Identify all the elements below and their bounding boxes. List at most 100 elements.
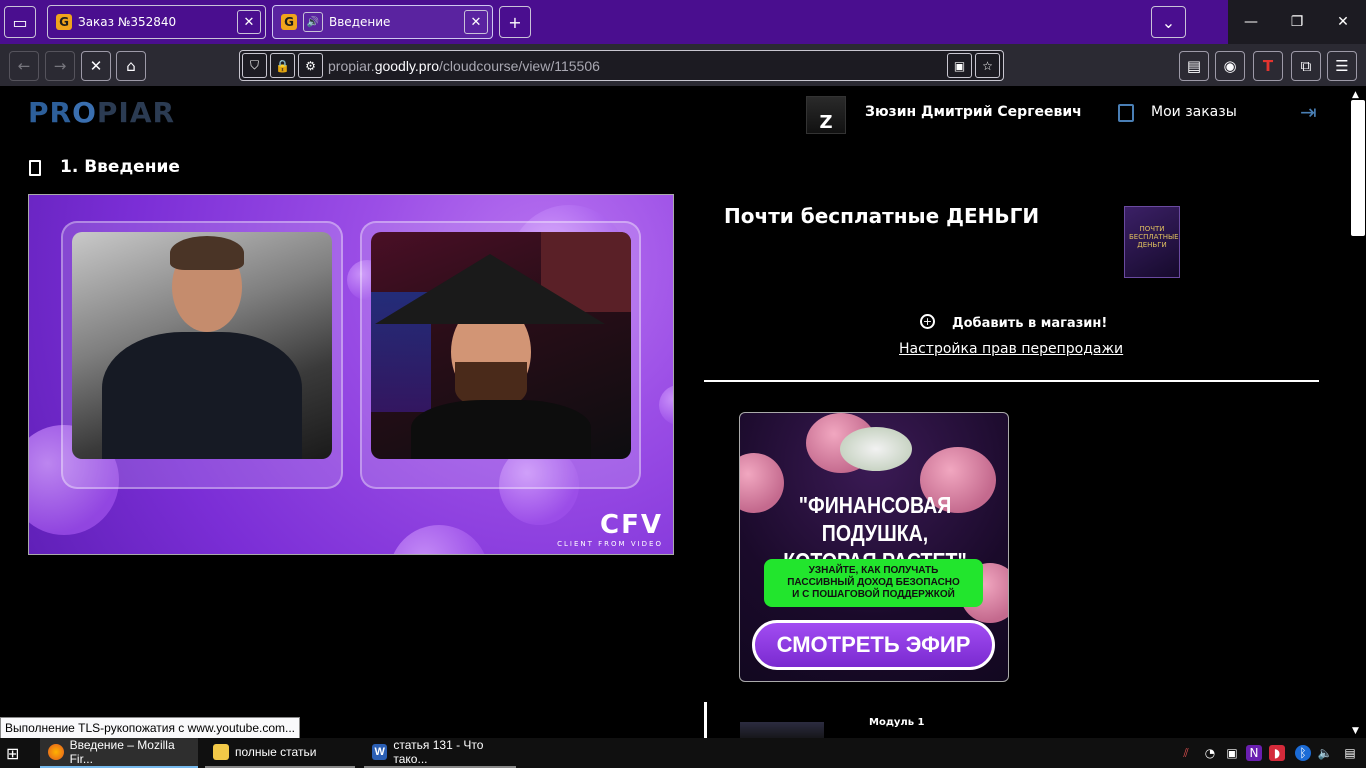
taskbar-item-label: Введение – Mozilla Fir...	[69, 738, 175, 766]
audio-icon[interactable]: 🔊	[303, 12, 323, 32]
course-cover-text: ПОЧТИ БЕСПЛАТНЫЕ ДЕНЬГИ	[1129, 225, 1179, 249]
decor-bubble	[659, 385, 673, 425]
tray-app-icon[interactable]: ▣	[1224, 745, 1240, 761]
banner-subtitle: УЗНАЙТЕ, КАК ПОЛУЧАТЬ ПАССИВНЫЙ ДОХОД БЕ…	[764, 559, 983, 607]
avatar[interactable]: Z	[806, 96, 846, 134]
cfv-logo-subtext: CLIENT FROM VIDEO	[557, 540, 663, 548]
logo-part1: PR	[28, 96, 73, 129]
url-path: /cloudcourse/view/115506	[439, 58, 600, 74]
restore-button[interactable]: ❐	[1274, 0, 1320, 44]
url-text[interactable]: propiar.goodly.pro/cloudcourse/view/1155…	[328, 58, 600, 74]
tray-n-icon[interactable]: N	[1246, 745, 1262, 761]
logout-icon[interactable]: ⇥	[1300, 100, 1317, 124]
speaker-body	[411, 400, 591, 459]
browser-tab-bar: ▭ G Заказ №352840 ✕ G 🔊 Введение ✕ + ⌄ —…	[0, 0, 1366, 44]
goodly-icon: G	[281, 14, 297, 30]
network-icon[interactable]: ◔	[1202, 745, 1218, 761]
orders-icon[interactable]	[1118, 104, 1134, 122]
speaker-right-image	[371, 232, 631, 459]
cfv-logo: CFV CLIENT FROM VIDEO	[557, 510, 663, 548]
word-icon: W	[372, 744, 388, 760]
add-to-shop-button[interactable]: Добавить в магазин!	[952, 316, 1107, 331]
lock-icon[interactable]: 🔒	[270, 53, 295, 78]
tab-title: Введение	[329, 15, 391, 29]
page-content: PROPIAR Z Зюзин Дмитрий Сергеевич Мои за…	[0, 86, 1350, 738]
app-tray-icon[interactable]: ⫽	[1178, 745, 1194, 761]
sidebar-button[interactable]: ▤	[1179, 51, 1209, 81]
url-domain: goodly.pro	[374, 58, 440, 74]
course-title: Почти бесплатные ДЕНЬГИ	[724, 204, 1040, 228]
speaker-body	[102, 332, 302, 459]
notifications-icon[interactable]: ▤	[1342, 745, 1358, 761]
divider	[704, 380, 1319, 382]
extensions-icon[interactable]: ⧉	[1291, 51, 1321, 81]
taskbar-item-firefox[interactable]: Введение – Mozilla Fir...	[40, 738, 198, 768]
minimize-button[interactable]: —	[1228, 0, 1274, 44]
module-indicator	[704, 702, 707, 738]
banner-subtitle-line: И С ПОШАГОВОЙ ПОДДЕРЖКОЙ	[792, 589, 955, 600]
scroll-down-icon[interactable]: ▼	[1352, 726, 1359, 736]
taskbar-item-label: статья 131 - Что тако...	[393, 738, 484, 766]
tab-title: Заказ №352840	[78, 15, 177, 29]
taskbar-item-label: полные статьи	[235, 745, 317, 759]
video-player[interactable]: CFV CLIENT FROM VIDEO	[28, 194, 674, 555]
lesson-title: 1. Введение	[60, 157, 180, 177]
conical-hat	[375, 254, 605, 324]
speaker-left-image	[72, 232, 332, 459]
logo-part3: PIAR	[96, 96, 176, 129]
my-orders-link[interactable]: Мои заказы	[1151, 104, 1237, 120]
scroll-up-icon[interactable]: ▲	[1352, 90, 1359, 100]
banner-headline-line: "ФИНАНСОВАЯ ПОДУШКА,	[798, 492, 952, 546]
chevron-down-icon: ⌄	[1161, 12, 1176, 32]
money-pillow-image	[840, 427, 912, 471]
module-thumbnail[interactable]	[740, 722, 824, 738]
document-icon	[29, 160, 41, 176]
close-icon[interactable]: ✕	[237, 10, 261, 34]
tab-order[interactable]: G Заказ №352840 ✕	[47, 5, 266, 39]
firefox-view-button[interactable]: ▭	[4, 6, 36, 38]
address-bar[interactable]: ⛉ 🔒 ⚙ propiar.goodly.pro/cloudcourse/vie…	[239, 50, 1004, 81]
navigation-toolbar: ← → ✕ ⌂ ⛉ 🔒 ⚙ propiar.goodly.pro/cloudco…	[0, 44, 1366, 86]
close-window-button[interactable]: ✕	[1320, 0, 1366, 44]
status-panel: Выполнение TLS-рукопожатия с www.youtube…	[0, 717, 300, 739]
permissions-icon[interactable]: ⚙	[298, 53, 323, 78]
course-cover-image: ПОЧТИ БЕСПЛАТНЫЕ ДЕНЬГИ	[1124, 206, 1180, 278]
cfv-logo-text: CFV	[600, 510, 663, 540]
module-label[interactable]: Модуль 1	[869, 717, 925, 728]
firefox-icon	[48, 744, 64, 760]
site-logo[interactable]: PROPIAR	[28, 96, 175, 129]
promo-banner[interactable]: "ФИНАНСОВАЯ ПОДУШКА, КОТОРАЯ РАСТЕТ" УЗН…	[739, 412, 1009, 682]
close-icon[interactable]: ✕	[464, 10, 488, 34]
watch-stream-button[interactable]: СМОТРЕТЬ ЭФИР	[752, 620, 995, 670]
menu-icon[interactable]: ☰	[1327, 51, 1357, 81]
bookmark-star-icon[interactable]: ☆	[975, 53, 1000, 78]
tab-introduction[interactable]: G 🔊 Введение ✕	[272, 5, 493, 39]
speaker-hair	[170, 236, 244, 270]
banner-subtitle-line: УЗНАЙТЕ, КАК ПОЛУЧАТЬ	[808, 565, 939, 576]
forward-button[interactable]: →	[45, 51, 75, 81]
tray-red-icon[interactable]: ◗	[1269, 745, 1285, 761]
picture-in-picture-icon[interactable]: ▣	[947, 53, 972, 78]
bluetooth-icon[interactable]: ᛒ	[1295, 745, 1311, 761]
plus-icon: +	[508, 12, 522, 32]
add-plus-icon[interactable]: +	[920, 314, 935, 329]
resale-rights-link[interactable]: Настройка прав перепродажи	[899, 341, 1123, 357]
volume-icon[interactable]: 🔈	[1317, 745, 1333, 761]
taskbar-item-folder[interactable]: полные статьи	[205, 738, 355, 768]
decor-bubble	[389, 525, 489, 554]
windows-start-icon[interactable]: ⊞	[6, 744, 28, 763]
account-icon[interactable]: ◉	[1215, 51, 1245, 81]
taskbar-item-word[interactable]: W статья 131 - Что тако...	[364, 738, 516, 768]
banner-subtitle-line: ПАССИВНЫЙ ДОХОД БЕЗОПАСНО	[787, 577, 960, 588]
home-button[interactable]: ⌂	[116, 51, 146, 81]
scrollbar-thumb[interactable]	[1351, 100, 1365, 236]
back-button[interactable]: ←	[9, 51, 39, 81]
extension-t-icon[interactable]: T	[1253, 51, 1283, 81]
user-name[interactable]: Зюзин Дмитрий Сергеевич	[865, 104, 1082, 120]
windows-taskbar: ⊞ Введение – Mozilla Fir... полные стать…	[0, 738, 1366, 768]
list-tabs-button[interactable]: ⌄	[1151, 6, 1186, 38]
tracking-protection-icon[interactable]: ⛉	[242, 53, 267, 78]
avatar-letter: Z	[819, 112, 833, 133]
stop-button[interactable]: ✕	[81, 51, 111, 81]
new-tab-button[interactable]: +	[499, 6, 531, 38]
